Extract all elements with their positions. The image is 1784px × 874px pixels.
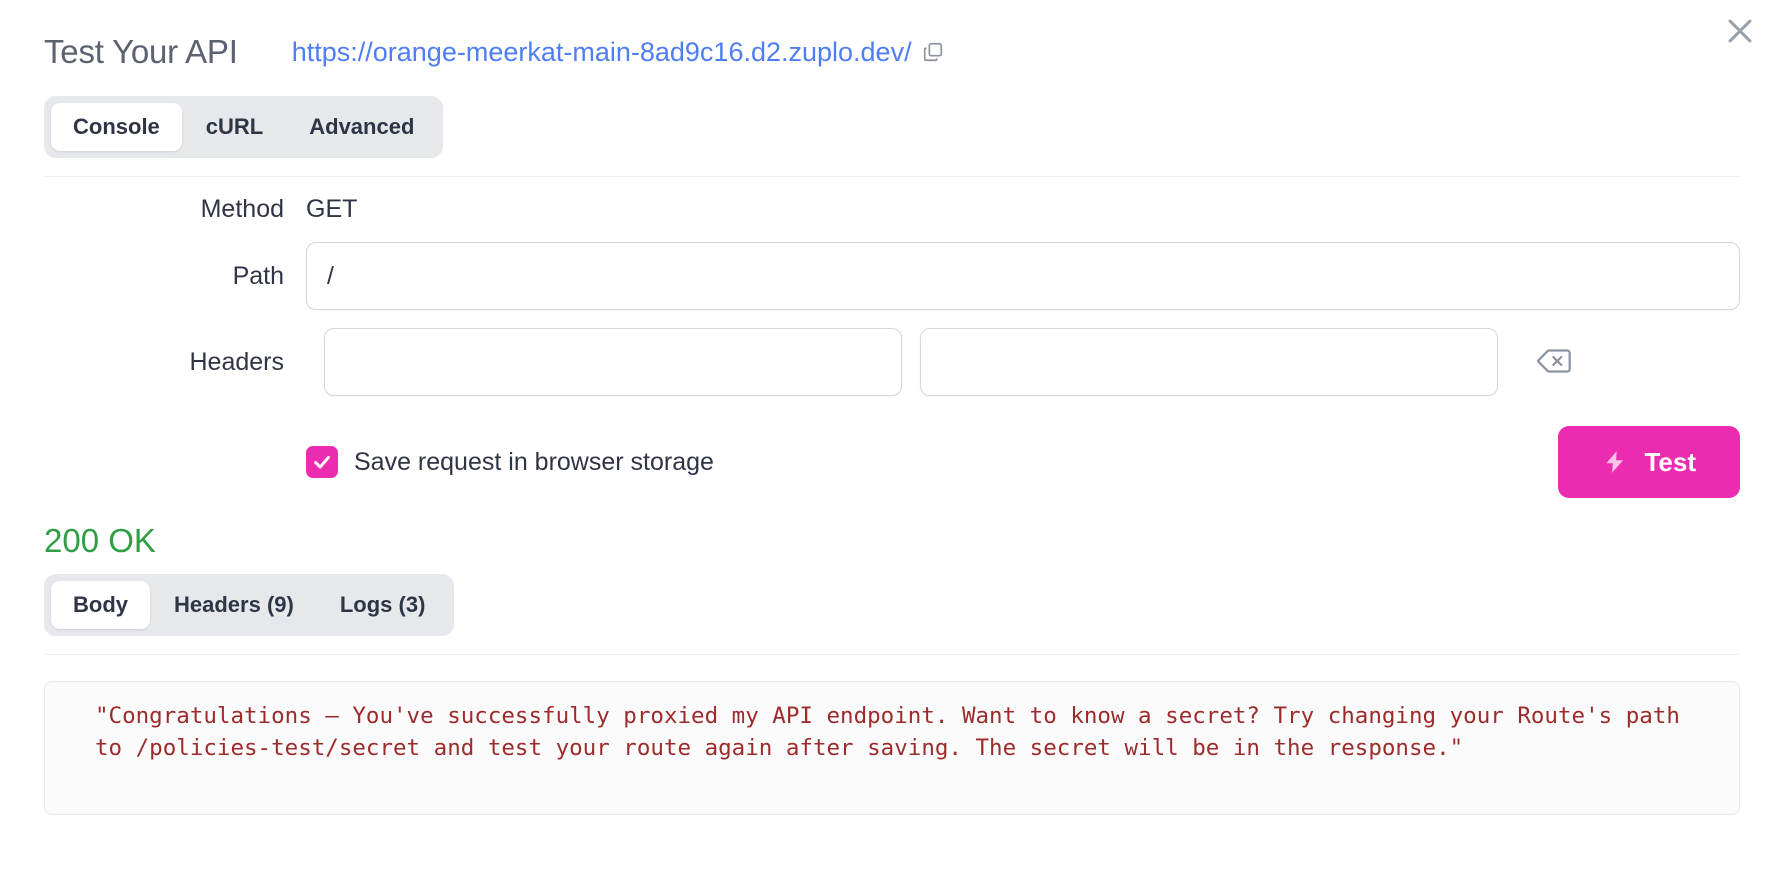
response-divider (44, 654, 1740, 655)
api-url-group: https://orange-meerkat-main-8ad9c16.d2.z… (292, 37, 944, 68)
request-form: Method GET Path Headers (0, 195, 1784, 498)
header-divider (44, 176, 1740, 177)
save-request-label: Save request in browser storage (354, 447, 714, 476)
method-value: GET (306, 195, 358, 223)
path-input[interactable] (306, 242, 1740, 310)
page-title: Test Your API (44, 33, 238, 70)
save-request-checkbox[interactable] (306, 446, 338, 478)
tab-advanced[interactable]: Advanced (287, 103, 436, 151)
path-row: Path (44, 242, 1740, 310)
delete-header-button[interactable] (1530, 338, 1578, 386)
save-request-checkbox-wrapper[interactable]: Save request in browser storage (306, 446, 714, 478)
checkmark-icon (314, 455, 330, 469)
response-body-text: "Congratulations — You've successfully p… (95, 703, 1694, 761)
tab-console[interactable]: Console (51, 103, 182, 151)
response-body-panel: "Congratulations — You've successfully p… (44, 681, 1740, 815)
response-tabgroup: Body Headers (9) Logs (3) (44, 574, 455, 636)
headers-label: Headers (189, 347, 285, 376)
tab-body[interactable]: Body (51, 581, 150, 629)
response-tabs-row: Body Headers (9) Logs (3) (0, 574, 1784, 636)
path-label: Path (232, 261, 284, 290)
tab-logs[interactable]: Logs (3) (318, 581, 448, 629)
header-name-input[interactable] (324, 328, 902, 396)
method-row: Method GET (44, 195, 1740, 224)
copy-icon[interactable] (922, 41, 944, 63)
lightning-bolt-icon (1602, 446, 1628, 478)
actions-row: Save request in browser storage Test (44, 426, 1740, 498)
close-button[interactable] (1718, 10, 1762, 54)
api-url-link[interactable]: https://orange-meerkat-main-8ad9c16.d2.z… (292, 37, 912, 68)
test-button[interactable]: Test (1558, 426, 1740, 498)
method-label: Method (200, 195, 284, 223)
test-button-label: Test (1644, 446, 1696, 477)
tab-headers[interactable]: Headers (9) (152, 581, 316, 629)
request-tabgroup: Console cURL Advanced (44, 96, 444, 158)
tab-curl[interactable]: cURL (184, 103, 285, 151)
headers-row: Headers (44, 328, 1740, 396)
panel-header: Test Your API https://orange-meerkat-mai… (0, 0, 1784, 86)
response-status: 200 OK (44, 522, 156, 559)
test-your-api-panel: Test Your API https://orange-meerkat-mai… (0, 0, 1784, 874)
header-value-input[interactable] (920, 328, 1498, 396)
request-tabs-row: Console cURL Advanced (0, 96, 1784, 158)
close-icon (1723, 14, 1757, 51)
backspace-delete-icon (1537, 347, 1571, 378)
